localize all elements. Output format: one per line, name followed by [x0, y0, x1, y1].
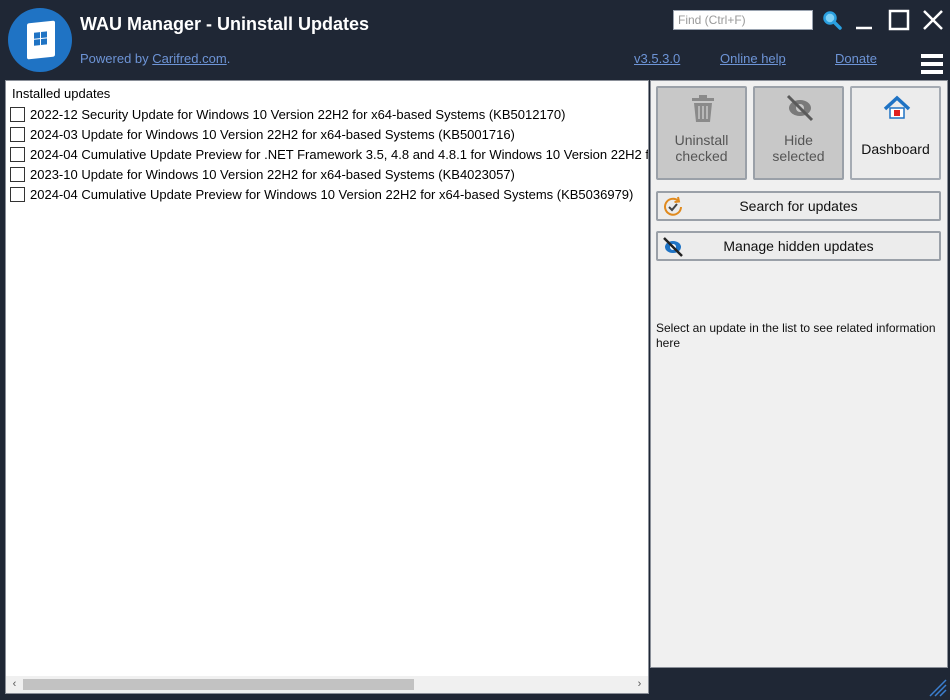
updates-list-panel: Installed updates 2022-12 Security Updat… [5, 80, 649, 694]
window-title: WAU Manager - Uninstall Updates [80, 14, 370, 34]
scroll-right-icon[interactable]: › [631, 676, 648, 693]
wau-logo-icon [8, 8, 72, 72]
minimize-icon[interactable] [852, 8, 876, 32]
uninstall-line1: Uninstall [674, 132, 729, 148]
search-for-updates-button[interactable]: Search for updates [656, 191, 941, 221]
resize-grip-icon[interactable] [924, 674, 948, 698]
update-checkbox[interactable] [10, 187, 25, 202]
scroll-left-icon[interactable]: ‹ [6, 676, 23, 693]
donate-link[interactable]: Donate [835, 51, 877, 66]
find-input[interactable] [673, 10, 813, 30]
search-for-updates-label: Search for updates [739, 198, 858, 214]
update-checkbox[interactable] [10, 107, 25, 122]
update-info-text: Select an update in the list to see rela… [656, 321, 936, 350]
title-bar: WAU Manager - Uninstall Updates Powered … [0, 0, 950, 80]
hamburger-menu-icon[interactable] [921, 54, 943, 74]
hide-line1: Hide [784, 132, 813, 148]
hide-label: Hide selected [755, 132, 842, 164]
list-item[interactable]: 2024-04 Cumulative Update Preview for Wi… [9, 185, 648, 205]
update-label[interactable]: 2022-12 Security Update for Windows 10 V… [30, 107, 565, 122]
online-help-link[interactable]: Online help [720, 51, 786, 66]
carifred-link[interactable]: Carifred.com [152, 51, 226, 66]
version-link[interactable]: v3.5.3.0 [634, 51, 680, 66]
list-item[interactable]: 2024-04 Cumulative Update Preview for .N… [9, 145, 648, 165]
maximize-icon[interactable] [887, 8, 911, 32]
uninstall-line2: checked [675, 148, 728, 164]
manage-hidden-updates-label: Manage hidden updates [723, 238, 874, 254]
dashboard-button[interactable]: Dashboard [850, 86, 941, 180]
trash-icon [692, 95, 714, 122]
hidden-eye-icon [663, 237, 683, 257]
scrollbar-thumb[interactable] [23, 679, 414, 690]
update-label[interactable]: 2024-04 Cumulative Update Preview for .N… [30, 147, 648, 162]
hide-selected-button[interactable]: Hide selected [753, 86, 844, 180]
update-checkbox[interactable] [10, 147, 25, 162]
hide-eye-icon [786, 94, 814, 122]
uninstall-label: Uninstall checked [658, 132, 745, 164]
update-label[interactable]: 2024-04 Cumulative Update Preview for Wi… [30, 187, 633, 202]
hide-line2: selected [772, 148, 825, 164]
actions-panel: Uninstall checked Hide selected Dashboar… [650, 80, 948, 668]
refresh-check-icon [664, 196, 682, 216]
uninstall-checked-button[interactable]: Uninstall checked [656, 86, 747, 180]
update-checkbox[interactable] [10, 127, 25, 142]
manage-hidden-updates-button[interactable]: Manage hidden updates [656, 231, 941, 261]
list-header: Installed updates [12, 86, 111, 101]
update-list: 2022-12 Security Update for Windows 10 V… [9, 105, 648, 205]
list-item[interactable]: 2022-12 Security Update for Windows 10 V… [9, 105, 648, 125]
list-item[interactable]: 2024-03 Update for Windows 10 Version 22… [9, 125, 648, 145]
dashboard-label: Dashboard [861, 141, 930, 157]
search-icon[interactable] [822, 10, 842, 30]
powered-suffix: . [226, 51, 231, 66]
update-label[interactable]: 2024-03 Update for Windows 10 Version 22… [30, 127, 515, 142]
update-label[interactable]: 2023-10 Update for Windows 10 Version 22… [30, 167, 515, 182]
home-icon [883, 95, 911, 119]
powered-prefix: Powered by [80, 51, 153, 66]
powered-by: Powered by Carifred.com. [80, 51, 230, 66]
close-icon[interactable] [921, 8, 945, 32]
horizontal-scrollbar[interactable]: ‹ › [6, 676, 648, 693]
update-checkbox[interactable] [10, 167, 25, 182]
list-item[interactable]: 2023-10 Update for Windows 10 Version 22… [9, 165, 648, 185]
